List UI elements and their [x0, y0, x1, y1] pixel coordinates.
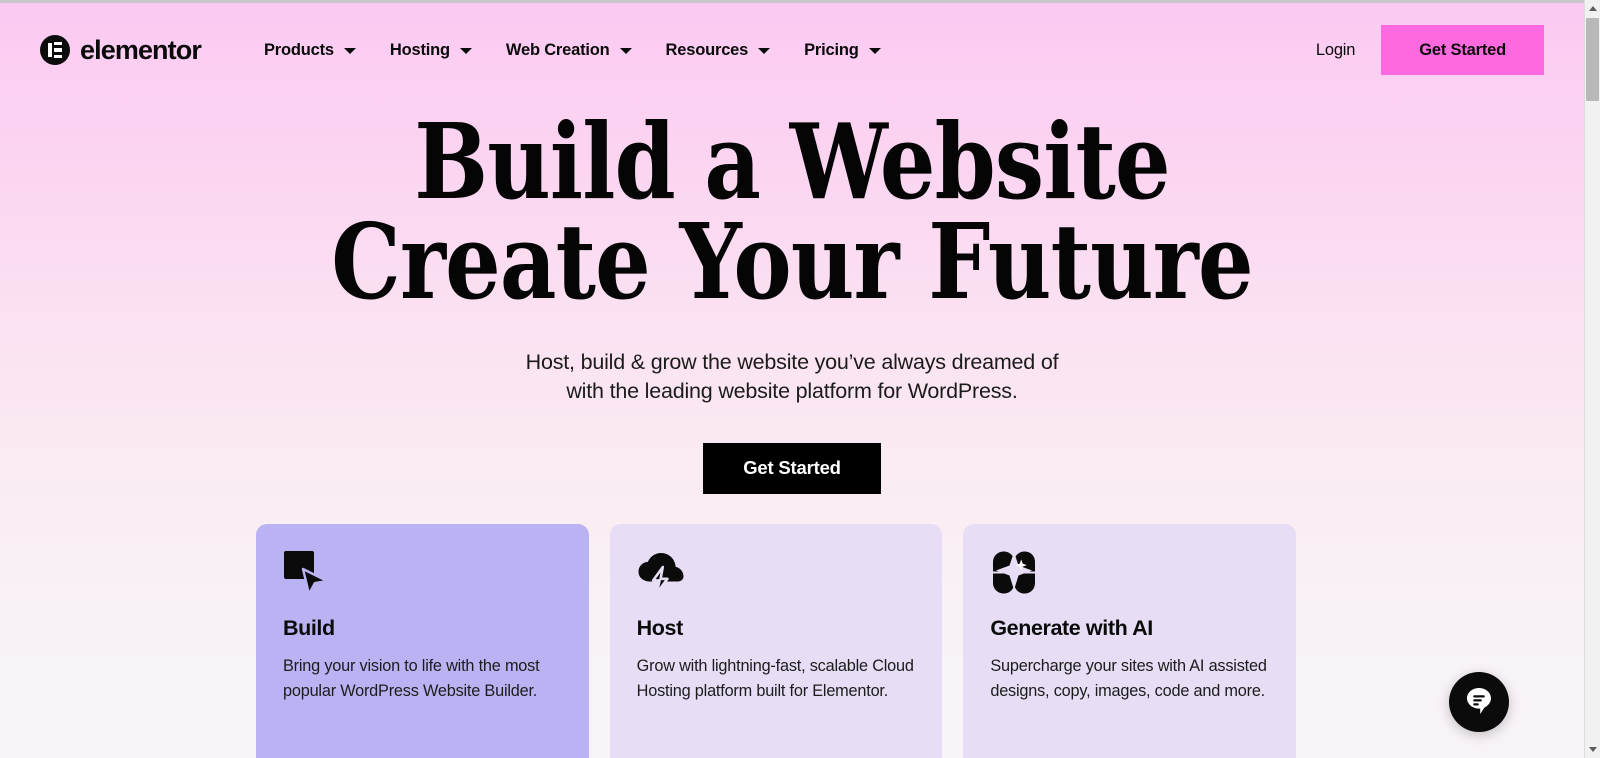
scrollbar-thumb[interactable] — [1586, 18, 1599, 101]
nav-item-web-creation[interactable]: Web Creation — [489, 33, 649, 68]
feature-card-host[interactable]: Host Grow with lightning-fast, scalable … — [609, 524, 943, 758]
elementor-logo-icon — [40, 35, 70, 65]
card-title: Build — [283, 616, 335, 640]
hero-section: Build a Website Create Your Future Host,… — [0, 100, 1584, 494]
scroll-up-arrow-icon[interactable] — [1585, 0, 1600, 17]
page-content: elementor Products Hosting Web Creation … — [0, 0, 1584, 758]
nav-label: Resources — [665, 40, 749, 59]
chevron-down-icon — [619, 48, 632, 54]
ai-sparkle-icon — [990, 550, 1269, 598]
card-description: Bring your vision to life with the most … — [283, 657, 540, 700]
hero-title-line-2: Create Your Future — [331, 199, 1253, 323]
get-started-button-hero[interactable]: Get Started — [703, 442, 881, 494]
main-navigation: Products Hosting Web Creation Resources … — [247, 33, 898, 68]
vertical-scrollbar[interactable] — [1584, 0, 1600, 758]
cursor-select-icon — [283, 550, 562, 598]
chevron-down-icon — [459, 48, 472, 54]
nav-item-products[interactable]: Products — [247, 33, 373, 68]
page-title: Build a Website Create Your Future — [127, 100, 1458, 323]
brand-logo[interactable]: elementor — [40, 34, 202, 66]
hero-cta-wrapper: Get Started — [0, 442, 1584, 494]
nav-label: Web Creation — [505, 40, 610, 59]
hero-subtitle-line-2: with the leading website platform for Wo… — [566, 379, 1018, 404]
feature-card-build[interactable]: Build Bring your vision to life with the… — [256, 524, 589, 758]
chat-widget-button[interactable] — [1449, 672, 1509, 732]
browser-viewport: elementor Products Hosting Web Creation … — [0, 0, 1600, 758]
chevron-down-icon — [343, 48, 356, 54]
feature-card-generate-with-ai[interactable]: Generate with AI Supercharge your sites … — [963, 524, 1297, 758]
brand-name: elementor — [80, 34, 202, 65]
nav-item-resources[interactable]: Resources — [649, 33, 788, 68]
cloud-lightning-icon — [637, 550, 916, 598]
nav-label: Products — [263, 40, 334, 59]
hero-title-line-1: Build a Website — [414, 100, 1170, 223]
card-title: Host — [636, 616, 684, 640]
card-title: Generate with AI — [990, 616, 1153, 640]
chat-bubble-icon — [1462, 683, 1496, 722]
hero-subtitle: Host, build & grow the website you’ve al… — [0, 348, 1584, 407]
nav-label: Pricing — [804, 40, 859, 59]
site-header: elementor Products Hosting Web Creation … — [0, 0, 1584, 100]
feature-cards-row: Build Bring your vision to life with the… — [256, 524, 1297, 758]
nav-item-pricing[interactable]: Pricing — [787, 33, 898, 68]
scroll-down-arrow-icon[interactable] — [1585, 741, 1600, 758]
get-started-button-header[interactable]: Get Started — [1381, 25, 1544, 75]
nav-label: Hosting — [389, 40, 450, 59]
card-description: Supercharge your sites with AI assisted … — [990, 657, 1267, 700]
hero-subtitle-line-1: Host, build & grow the website you’ve al… — [525, 349, 1059, 374]
card-description: Grow with lightning-fast, scalable Cloud… — [636, 657, 914, 700]
nav-item-hosting[interactable]: Hosting — [373, 33, 489, 68]
login-link[interactable]: Login — [1290, 31, 1381, 70]
chevron-down-icon — [758, 48, 771, 54]
header-actions: Login Get Started — [1290, 25, 1544, 75]
chevron-down-icon — [868, 48, 881, 54]
